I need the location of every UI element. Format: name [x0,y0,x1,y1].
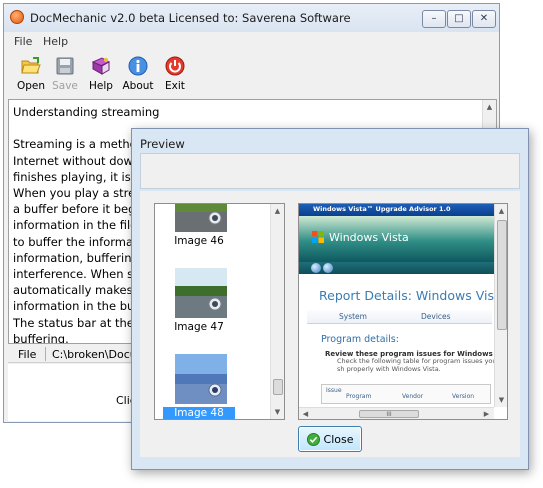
thumbnail-image-47[interactable] [175,268,227,318]
screenshot-section-title: Program details: [321,334,399,345]
screenshot-vertical-scrollbar[interactable]: ▲ ▼ [494,204,507,407]
save-icon [56,57,74,75]
thumbnail-image-46[interactable] [175,204,227,232]
info-icon [128,56,148,76]
screenshot-tab-strip: System Devices [307,310,492,324]
preview-header-panel [140,153,520,189]
scroll-up-icon[interactable]: ▲ [495,204,507,218]
preview-dialog-title: Preview [140,137,185,151]
scroll-up-icon[interactable]: ▲ [271,204,284,218]
scroll-right-icon[interactable]: ▶ [480,407,493,419]
scroll-left-icon[interactable]: ◀ [299,407,312,419]
check-icon [306,432,320,446]
scroll-thumb[interactable]: III [359,410,419,418]
maximize-button[interactable]: □ [447,10,471,28]
menu-help[interactable]: Help [43,35,68,48]
exit-power-icon [165,56,185,76]
scroll-thumb[interactable] [273,379,283,395]
close-button-label: Close [323,432,354,446]
thumbnail-caption-selected: Image 48 [163,407,235,419]
scroll-up-icon[interactable]: ▲ [483,100,496,114]
forward-arrow-icon [323,263,333,273]
windows-flag-icon [312,231,324,243]
screenshot-grid-col: Version [452,393,475,400]
thumbnail-list[interactable]: Image 46 Image 47 Image 48 ▲ ▼ [154,203,285,420]
help-button[interactable]: Help [84,56,118,94]
maximize-icon: □ [454,13,464,24]
scroll-down-icon[interactable]: ▼ [495,393,507,407]
help-label: Help [89,80,113,92]
screenshot-grid-header: Issue [326,387,342,394]
window-title: DocMechanic v2.0 beta Licensed to: Saver… [30,11,351,25]
scroll-down-icon[interactable]: ▼ [271,405,284,419]
thumbnail-picture [175,268,227,318]
thumbnail-picture [175,204,227,232]
status-file-path: C:\broken\Docu [52,348,137,361]
status-file-label: File [18,348,37,361]
menu-file[interactable]: File [14,35,32,48]
screenshot-tab-devices: Devices [421,312,451,321]
screenshot-horizontal-scrollbar[interactable]: ◀ III ▶ [299,407,494,419]
screenshot-grid-col: Vendor [402,393,424,400]
thumbnail-caption: Image 47 [174,321,224,333]
screenshot-titlebar: Windows Vista™ Upgrade Advisor 1.0 [299,204,494,216]
screenshot-report-title: Report Details: Windows Vista [319,288,507,303]
app-logo-icon [10,10,24,24]
minimize-button[interactable]: – [422,10,446,28]
document-heading: Understanding streaming [13,105,160,119]
save-button[interactable]: Save [48,56,82,94]
about-button[interactable]: About [121,56,155,94]
open-folder-icon [21,57,41,74]
screenshot-nav-bar [299,262,494,274]
preview-dialog: Preview Image 46 Image 47 Image 48 ▲ ▼ W… [131,128,529,470]
screenshot-banner: Windows Vista [299,216,494,262]
screenshot-body-text: Check the following table for program is… [337,357,497,373]
help-book-icon [91,57,111,75]
status-separator [45,347,46,361]
main-titlebar[interactable]: DocMechanic v2.0 beta Licensed to: Saver… [4,4,499,32]
thumbnail-vertical-scrollbar[interactable]: ▲ ▼ [270,204,284,419]
exit-label: Exit [165,80,185,92]
screenshot-grid-col: Program [346,393,372,400]
preview-body: Image 46 Image 47 Image 48 ▲ ▼ Windows V… [140,191,520,457]
thumbnail-caption: Image 46 [174,235,224,247]
open-button[interactable]: Open [14,56,48,94]
thumbnail-image-48[interactable] [175,354,227,404]
screenshot-tab-system: System [339,312,367,321]
screenshot-grid: Issue Program Vendor Version [321,384,491,404]
screenshot-window-title: Windows Vista™ Upgrade Advisor 1.0 [313,205,451,213]
exit-button[interactable]: Exit [158,56,192,94]
screenshot-preview[interactable]: Windows Vista™ Upgrade Advisor 1.0 Windo… [298,203,508,420]
menu-bar: File Help [4,32,499,52]
back-arrow-icon [311,263,321,273]
close-button[interactable]: Close [298,426,362,452]
thumbnail-picture [175,354,227,404]
close-icon: ✕ [479,13,489,24]
scroll-thumb[interactable] [497,220,507,330]
screenshot-logo-text: Windows Vista [329,231,409,244]
close-window-button[interactable]: ✕ [472,10,496,28]
toolbar: Open Save Help About Exit [4,52,499,96]
minimize-icon: – [431,13,437,24]
screenshot-content: Report Details: Windows Vista System Dev… [303,276,507,404]
about-label: About [122,80,154,92]
